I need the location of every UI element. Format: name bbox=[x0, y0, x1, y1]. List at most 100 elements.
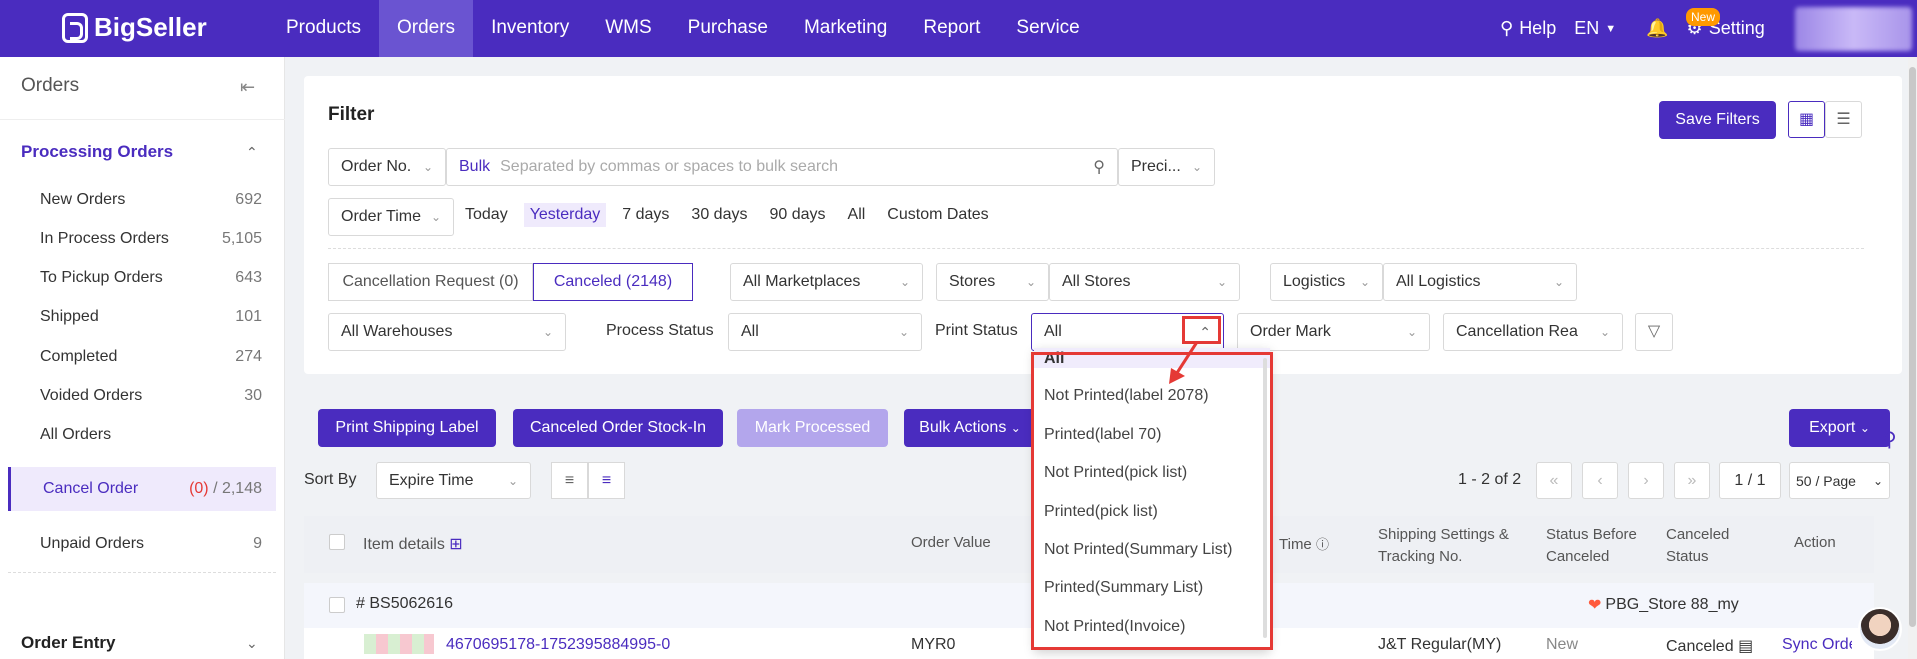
order-number: # BS5062616 bbox=[356, 595, 453, 612]
highlight-frame bbox=[1031, 352, 1273, 650]
date-yesterday[interactable]: Yesterday bbox=[523, 203, 607, 227]
sidebar-item-cancel-order[interactable]: Cancel Order (0) / 2,148 bbox=[8, 467, 276, 511]
col-label: Time bbox=[1279, 536, 1312, 553]
nav-service[interactable]: Service bbox=[998, 0, 1097, 57]
nav-report[interactable]: Report bbox=[905, 0, 998, 57]
sidebar-item-all-orders[interactable]: All Orders bbox=[8, 415, 276, 455]
nav-purchase[interactable]: Purchase bbox=[670, 0, 786, 57]
col-label: Item details bbox=[363, 536, 445, 553]
brand-logo[interactable]: BigSeller bbox=[62, 12, 207, 43]
sidebar-item-label: Cancel Order bbox=[43, 480, 139, 497]
sidebar-item-completed[interactable]: Completed 274 bbox=[8, 337, 276, 377]
sidebar-item-label: All Orders bbox=[40, 426, 112, 443]
order-mark-select[interactable]: Order Mark ⌄ bbox=[1237, 313, 1430, 351]
marketplace-value: All Marketplaces bbox=[743, 273, 861, 290]
first-page-icon[interactable]: « bbox=[1536, 462, 1572, 499]
sidebar-title: Orders bbox=[21, 75, 80, 96]
bulk-toggle[interactable]: Bulk bbox=[459, 158, 490, 176]
date-30-days[interactable]: 30 days bbox=[685, 203, 753, 227]
order-no-select[interactable]: Order No. ⌄ bbox=[328, 148, 446, 186]
save-filters-button[interactable]: Save Filters bbox=[1659, 101, 1776, 139]
chevron-down-icon: ⌄ bbox=[1553, 275, 1564, 289]
canceled-tab[interactable]: Canceled (2148) bbox=[533, 263, 693, 301]
search-input[interactable]: Bulk Separated by commas or spaces to bu… bbox=[446, 148, 1118, 186]
nav-inventory[interactable]: Inventory bbox=[473, 0, 587, 57]
print-shipping-label-button[interactable]: Print Shipping Label bbox=[318, 409, 496, 447]
chevron-down-icon[interactable]: ⌄ bbox=[246, 635, 258, 652]
funnel-filter-icon[interactable]: ▽ bbox=[1635, 313, 1673, 351]
sidebar-item-unpaid[interactable]: Unpaid Orders 9 bbox=[8, 524, 276, 564]
mark-processed-button[interactable]: Mark Processed bbox=[737, 409, 888, 447]
language-select[interactable]: EN ▼ bbox=[1574, 18, 1616, 39]
nav-marketing[interactable]: Marketing bbox=[786, 0, 905, 57]
order-entry-section[interactable]: Order Entry bbox=[21, 633, 115, 653]
store-name: ❤ PBG_Store 88_my bbox=[1588, 595, 1739, 615]
canceled-order-stock-in-button[interactable]: Canceled Order Stock-In bbox=[513, 409, 723, 447]
last-page-icon[interactable]: » bbox=[1674, 462, 1710, 499]
precise-select[interactable]: Preci... ⌄ bbox=[1118, 148, 1215, 186]
marketplace-select[interactable]: All Marketplaces ⌄ bbox=[730, 263, 923, 301]
help-circle-icon[interactable]: ⓘ bbox=[1316, 537, 1329, 552]
date-today[interactable]: Today bbox=[459, 203, 514, 227]
warehouse-select[interactable]: All Warehouses ⌄ bbox=[328, 313, 566, 351]
cancellation-reason-select[interactable]: Cancellation Rea ⌄ bbox=[1443, 313, 1623, 351]
sort-select[interactable]: Expire Time ⌄ bbox=[376, 462, 531, 499]
precise-label: Preci... bbox=[1131, 158, 1181, 175]
next-page-icon[interactable]: › bbox=[1628, 462, 1664, 499]
sidebar-item-label: To Pickup Orders bbox=[40, 269, 163, 286]
chevron-down-icon: ⌄ bbox=[1859, 421, 1870, 435]
page-size-select[interactable]: 50 / Page ⌄ bbox=[1789, 462, 1890, 499]
page-input[interactable]: 1 / 1 bbox=[1719, 462, 1781, 499]
cancellation-request-tab[interactable]: Cancellation Request (0) bbox=[328, 263, 533, 301]
select-all-checkbox[interactable] bbox=[329, 534, 345, 550]
sidebar-item-new-orders[interactable]: New Orders 692 bbox=[8, 180, 276, 220]
processing-orders-section[interactable]: Processing Orders bbox=[21, 142, 173, 162]
export-button[interactable]: Export ⌄ bbox=[1789, 409, 1890, 447]
scrollbar-thumb[interactable] bbox=[1909, 67, 1916, 627]
logistics-select[interactable]: All Logistics ⌄ bbox=[1383, 263, 1577, 301]
help-link[interactable]: ⚲ Help bbox=[1500, 18, 1556, 39]
date-custom[interactable]: Custom Dates bbox=[881, 203, 994, 227]
col-order-value: Order Value bbox=[911, 534, 991, 551]
sort-descending-icon[interactable]: ≡ bbox=[551, 462, 588, 499]
date-7-days[interactable]: 7 days bbox=[616, 203, 675, 227]
account-avatar[interactable] bbox=[1795, 7, 1912, 51]
item-id-link[interactable]: 4670695178-1752395884995-0 bbox=[446, 636, 670, 654]
search-icon[interactable]: ⚲ bbox=[1093, 157, 1105, 177]
collapse-sidebar-icon[interactable]: ⇤ bbox=[240, 77, 255, 98]
nav-products[interactable]: Products bbox=[268, 0, 379, 57]
card-view-icon[interactable]: ▦ bbox=[1788, 101, 1825, 138]
bulk-actions-button[interactable]: Bulk Actions ⌄ bbox=[904, 409, 1036, 447]
sidebar-item-shipped[interactable]: Shipped 101 bbox=[8, 297, 276, 337]
process-status-select[interactable]: All ⌄ bbox=[728, 313, 922, 351]
page-scrollbar[interactable] bbox=[1908, 57, 1917, 659]
search-icon[interactable]: ⚲ bbox=[1882, 427, 1897, 452]
list-view-icon[interactable]: ☰ bbox=[1825, 101, 1862, 138]
date-all[interactable]: All bbox=[842, 203, 872, 227]
sidebar-item-in-process[interactable]: In Process Orders 5,105 bbox=[8, 219, 276, 259]
support-avatar[interactable] bbox=[1858, 607, 1902, 651]
sidebar-item-to-pickup[interactable]: To Pickup Orders 643 bbox=[8, 258, 276, 298]
logistics-type-select[interactable]: Logistics ⌄ bbox=[1270, 263, 1383, 301]
date-90-days[interactable]: 90 days bbox=[763, 203, 831, 227]
chevron-up-icon[interactable]: ⌃ bbox=[246, 144, 258, 161]
expand-icon[interactable]: ⊞ bbox=[449, 536, 462, 553]
search-icon: ⚲ bbox=[1500, 18, 1514, 38]
stores-type-select[interactable]: Stores ⌄ bbox=[936, 263, 1049, 301]
sort-ascending-icon[interactable]: ≡ bbox=[588, 462, 625, 499]
chevron-down-icon: ⌄ bbox=[898, 325, 909, 339]
chevron-down-icon: ⌄ bbox=[1872, 473, 1883, 488]
order-time-select[interactable]: Order Time ⌄ bbox=[328, 198, 454, 236]
row-checkbox[interactable] bbox=[329, 597, 345, 613]
sidebar-item-voided[interactable]: Voided Orders 30 bbox=[8, 376, 276, 416]
nav-wms[interactable]: WMS bbox=[587, 0, 669, 57]
filter-title: Filter bbox=[328, 104, 375, 125]
stores-select[interactable]: All Stores ⌄ bbox=[1049, 263, 1240, 301]
chevron-down-icon: ⌄ bbox=[1599, 325, 1610, 339]
caret-down-icon: ▼ bbox=[1605, 22, 1617, 35]
sync-order-link[interactable]: Sync Order bbox=[1782, 636, 1852, 654]
nav-orders[interactable]: Orders bbox=[378, 0, 474, 57]
prev-page-icon[interactable]: ‹ bbox=[1582, 462, 1618, 499]
notification-bell-icon[interactable]: 🔔 bbox=[1646, 18, 1668, 39]
document-icon[interactable]: ▤ bbox=[1738, 638, 1753, 655]
